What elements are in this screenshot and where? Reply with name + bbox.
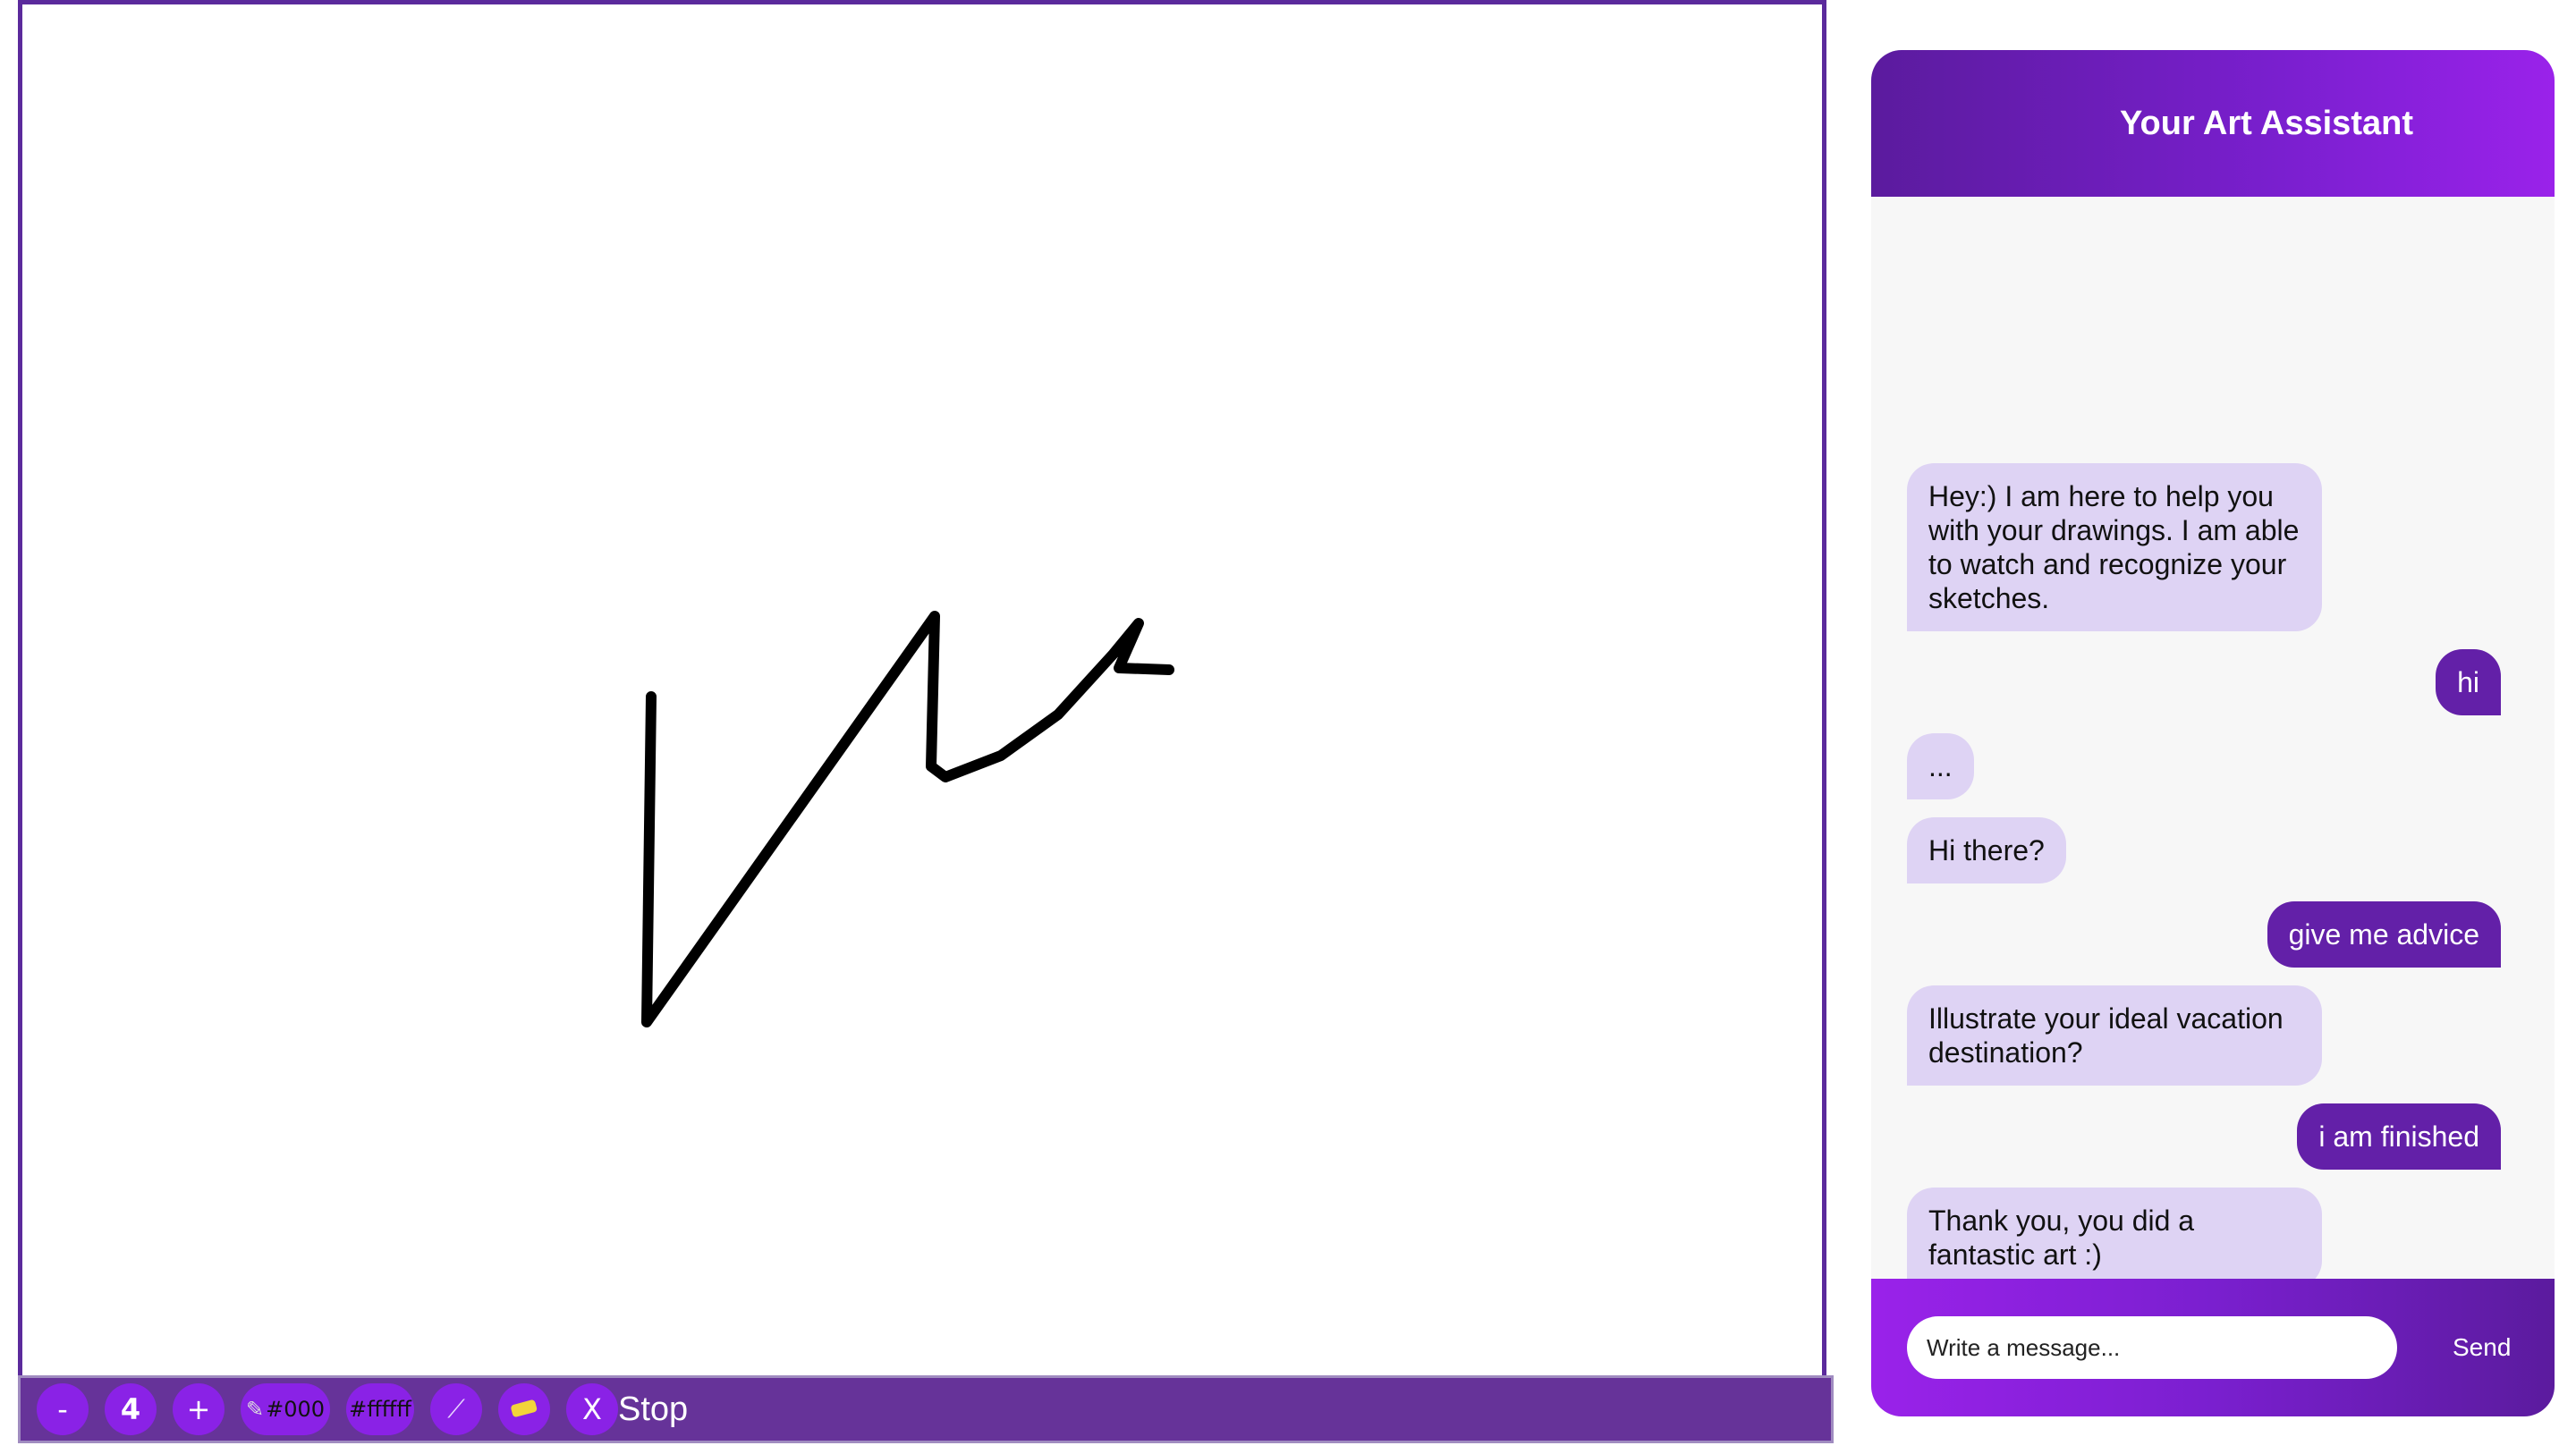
drawing-canvas[interactable]	[18, 0, 1826, 1382]
pen-color-value: #000	[266, 1397, 326, 1422]
sketch-stroke-layer	[641, 611, 1174, 1027]
chat-footer: Send	[1871, 1279, 2555, 1416]
pen-color-picker[interactable]: ✎ #000	[241, 1383, 330, 1435]
magic-wand-button[interactable]: ⟋	[430, 1383, 482, 1435]
chat-messages: Hey:) I am here to help you with your dr…	[1871, 197, 2555, 1327]
sketch-stroke	[641, 611, 1174, 1027]
send-button[interactable]: Send	[2453, 1333, 2511, 1362]
chat-title: Your Art Assistant	[2120, 104, 2413, 142]
stop-button[interactable]: Stop	[618, 1391, 688, 1429]
magic-wand-icon: ⟋	[447, 1394, 465, 1424]
bot-message: Hey:) I am here to help you with your dr…	[1907, 463, 2322, 631]
decrease-size-button[interactable]: -	[37, 1383, 89, 1435]
chat-panel: Your Art Assistant Hey:) I am here to he…	[1871, 50, 2555, 1416]
user-message: i am finished	[2297, 1103, 2501, 1170]
user-message: give me advice	[2267, 901, 2501, 968]
bot-message: ...	[1907, 733, 1974, 799]
eraser-button[interactable]	[498, 1383, 550, 1435]
bot-message: Thank you, you did a fantastic art :)	[1907, 1188, 2322, 1288]
chat-header: Your Art Assistant	[1871, 50, 2555, 197]
user-message: hi	[2436, 649, 2501, 715]
clear-button[interactable]: X	[566, 1383, 618, 1435]
message-input[interactable]	[1907, 1316, 2397, 1379]
eraser-icon	[511, 1399, 538, 1417]
background-color-picker[interactable]: #ffffff	[346, 1383, 414, 1435]
increase-size-button[interactable]: +	[173, 1383, 225, 1435]
brush-size-value: 4	[105, 1383, 157, 1435]
background-color-value: #ffffff	[349, 1397, 411, 1422]
bot-message: Hi there?	[1907, 817, 2066, 883]
bot-message: Illustrate your ideal vacation destinati…	[1907, 985, 2322, 1086]
pencil-icon: ✎	[245, 1397, 265, 1422]
drawing-toolbar: - 4 + ✎ #000 #ffffff ⟋ X Stop	[18, 1375, 1834, 1443]
